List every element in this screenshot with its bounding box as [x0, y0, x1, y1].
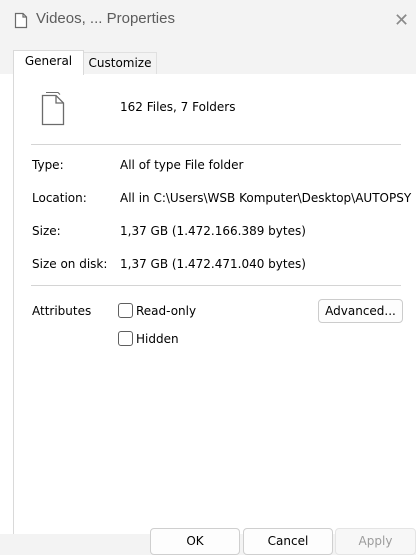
title-bar: Videos, ... Properties ✕: [0, 0, 416, 40]
separator: [31, 285, 401, 286]
size-on-disk-value: 1,37 GB (1.472.471.040 bytes): [120, 257, 306, 271]
tab-customize[interactable]: Customize: [84, 52, 157, 74]
cancel-button[interactable]: Cancel: [243, 528, 333, 555]
window-title: Videos, ... Properties: [36, 10, 175, 27]
ok-button[interactable]: OK: [150, 528, 240, 555]
tab-strip: General Customize: [0, 40, 416, 75]
close-button[interactable]: ✕: [394, 6, 416, 34]
hidden-checkbox[interactable]: [118, 331, 133, 346]
hidden-checkbox-row[interactable]: Hidden: [118, 331, 179, 346]
size-on-disk-label: Size on disk:: [32, 257, 108, 271]
attributes-label: Attributes: [32, 304, 92, 318]
file-count-summary: 162 Files, 7 Folders: [120, 100, 236, 114]
location-value: All in C:\Users\WSB Komputer\Desktop\AUT…: [120, 191, 412, 205]
separator: [31, 144, 401, 145]
type-label: Type:: [32, 158, 64, 172]
document-icon: [14, 12, 28, 33]
size-label: Size:: [32, 224, 61, 238]
type-value: All of type File folder: [120, 158, 244, 172]
read-only-label: Read-only: [136, 303, 197, 318]
apply-button[interactable]: Apply: [335, 528, 416, 555]
size-value: 1,37 GB (1.472.166.389 bytes): [120, 224, 306, 238]
tab-general[interactable]: General: [13, 50, 84, 75]
hidden-label: Hidden: [136, 331, 179, 346]
multiple-files-icon: [39, 91, 67, 131]
read-only-checkbox-row[interactable]: Read-only: [118, 303, 196, 318]
read-only-checkbox[interactable]: [118, 303, 133, 318]
advanced-button[interactable]: Advanced...: [318, 299, 403, 323]
location-label: Location:: [32, 191, 87, 205]
